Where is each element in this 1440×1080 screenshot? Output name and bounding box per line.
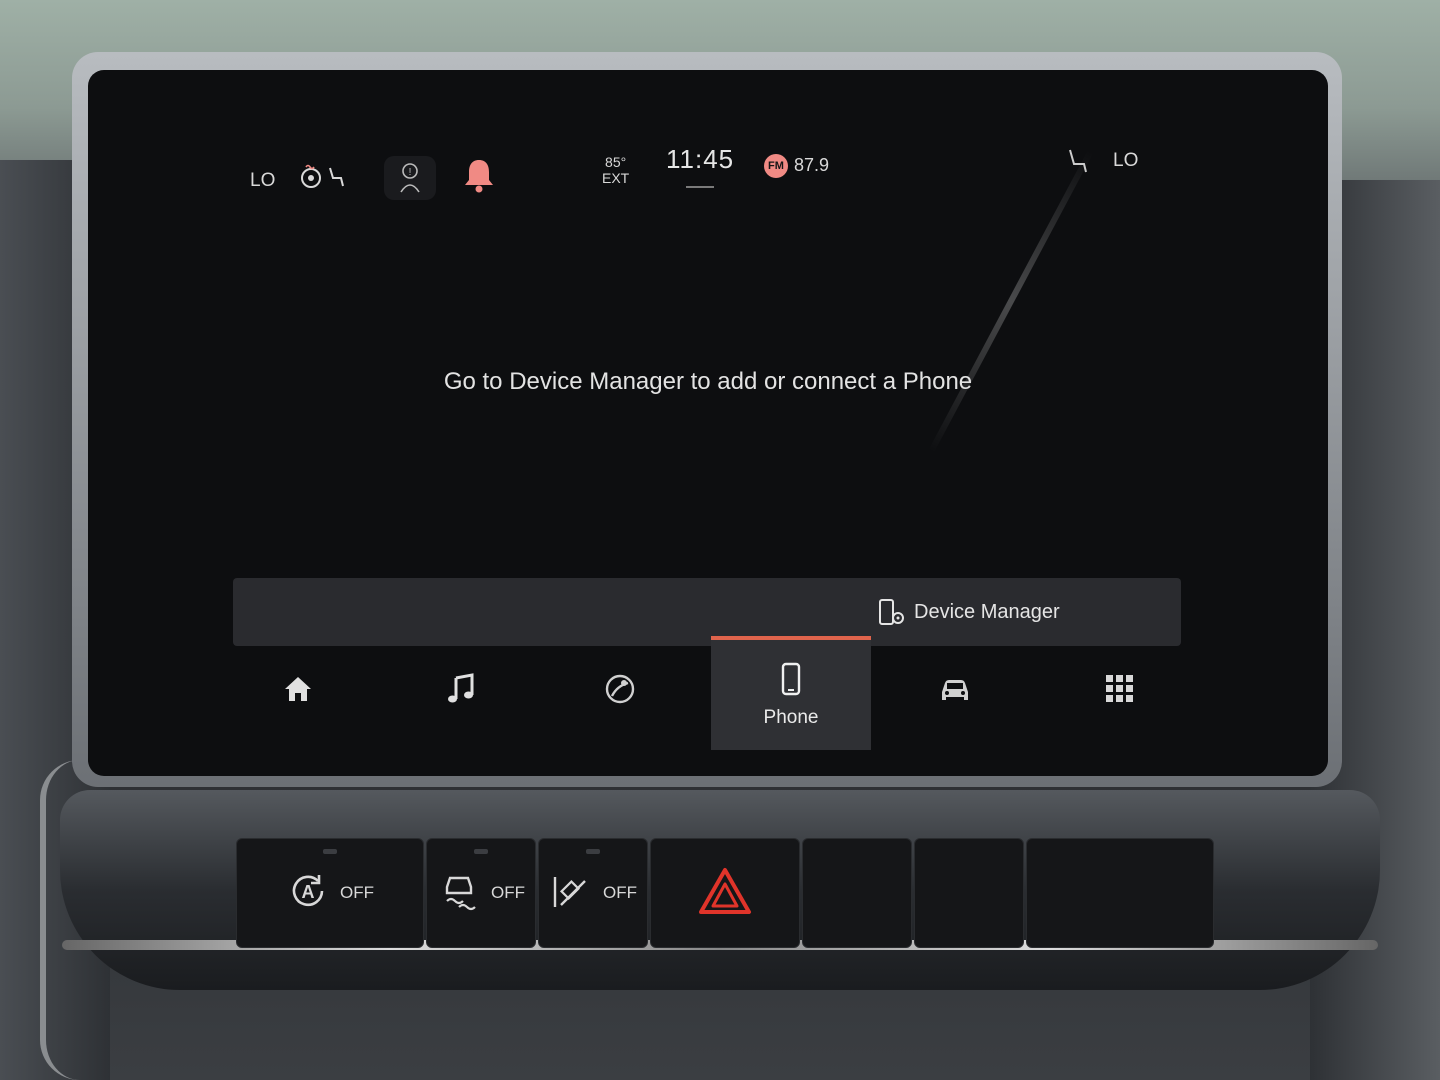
indicator-led — [474, 849, 488, 854]
phone-icon — [774, 662, 808, 701]
driver-alert-icon: ! — [398, 162, 422, 200]
nav-media[interactable] — [381, 636, 541, 746]
connect-phone-message: Go to Device Manager to add or connect a… — [443, 368, 973, 395]
blank-key-2[interactable] — [914, 838, 1024, 948]
indicator-led — [323, 849, 337, 854]
hardkey-row: A OFF OFF OFF — [236, 838, 1216, 948]
hazard-button[interactable] — [650, 838, 800, 948]
apps-grid-icon — [1103, 672, 1137, 711]
indicator-led — [586, 849, 600, 854]
nav-home[interactable] — [218, 636, 378, 746]
blank-key-3[interactable] — [1026, 838, 1214, 948]
auto-stop-off-label: OFF — [340, 883, 374, 902]
blank-key-1[interactable] — [802, 838, 912, 948]
navigation-icon — [603, 672, 637, 711]
auto-stop-start-icon: A — [286, 869, 330, 918]
hill-descent-icon — [549, 869, 593, 918]
traction-control-button[interactable]: OFF — [426, 838, 536, 948]
vehicle-icon — [938, 672, 972, 711]
status-bar: LO ! 85° EXT 11:45 FM 87.9 LO — [88, 70, 1328, 200]
nav-phone-label: Phone — [763, 706, 819, 728]
left-climate-temp[interactable]: LO — [250, 170, 275, 192]
clock-underline — [686, 186, 714, 188]
music-note-icon — [444, 672, 478, 711]
radio-frequency[interactable]: 87.9 — [794, 155, 829, 176]
hill-descent-button[interactable]: OFF — [538, 838, 648, 948]
exterior-temp-value: 85° — [605, 154, 627, 170]
infotainment-screen: LO ! 85° EXT 11:45 FM 87.9 LO Go to Devi… — [88, 70, 1328, 776]
radio-band-badge[interactable]: FM — [764, 154, 788, 178]
bottom-nav: Phone — [218, 636, 1218, 750]
svg-text:!: ! — [409, 167, 412, 178]
hill-descent-off-label: OFF — [603, 883, 637, 902]
screen-glare — [928, 150, 1094, 454]
right-climate-temp[interactable]: LO — [1113, 150, 1138, 172]
nav-apps[interactable] — [1040, 636, 1200, 746]
notification-bell-icon[interactable] — [462, 156, 496, 194]
phone-settings-icon — [878, 598, 904, 626]
home-icon — [281, 672, 315, 711]
traction-off-label: OFF — [491, 883, 525, 902]
nav-phone[interactable]: Phone — [711, 636, 871, 750]
exterior-temperature: 85° EXT — [602, 154, 629, 186]
exterior-temp-label: EXT — [602, 170, 630, 186]
svg-text:A: A — [302, 882, 315, 902]
nav-navigation[interactable] — [540, 636, 700, 746]
clock: 11:45 — [666, 144, 735, 174]
nav-vehicle[interactable] — [875, 636, 1035, 746]
auto-stop-start-button[interactable]: A OFF — [236, 838, 424, 948]
traction-control-icon — [437, 869, 481, 918]
heated-steering-seat-icon[interactable] — [300, 164, 348, 196]
device-manager-label: Device Manager — [914, 600, 1060, 623]
hazard-triangle-icon — [698, 866, 752, 921]
